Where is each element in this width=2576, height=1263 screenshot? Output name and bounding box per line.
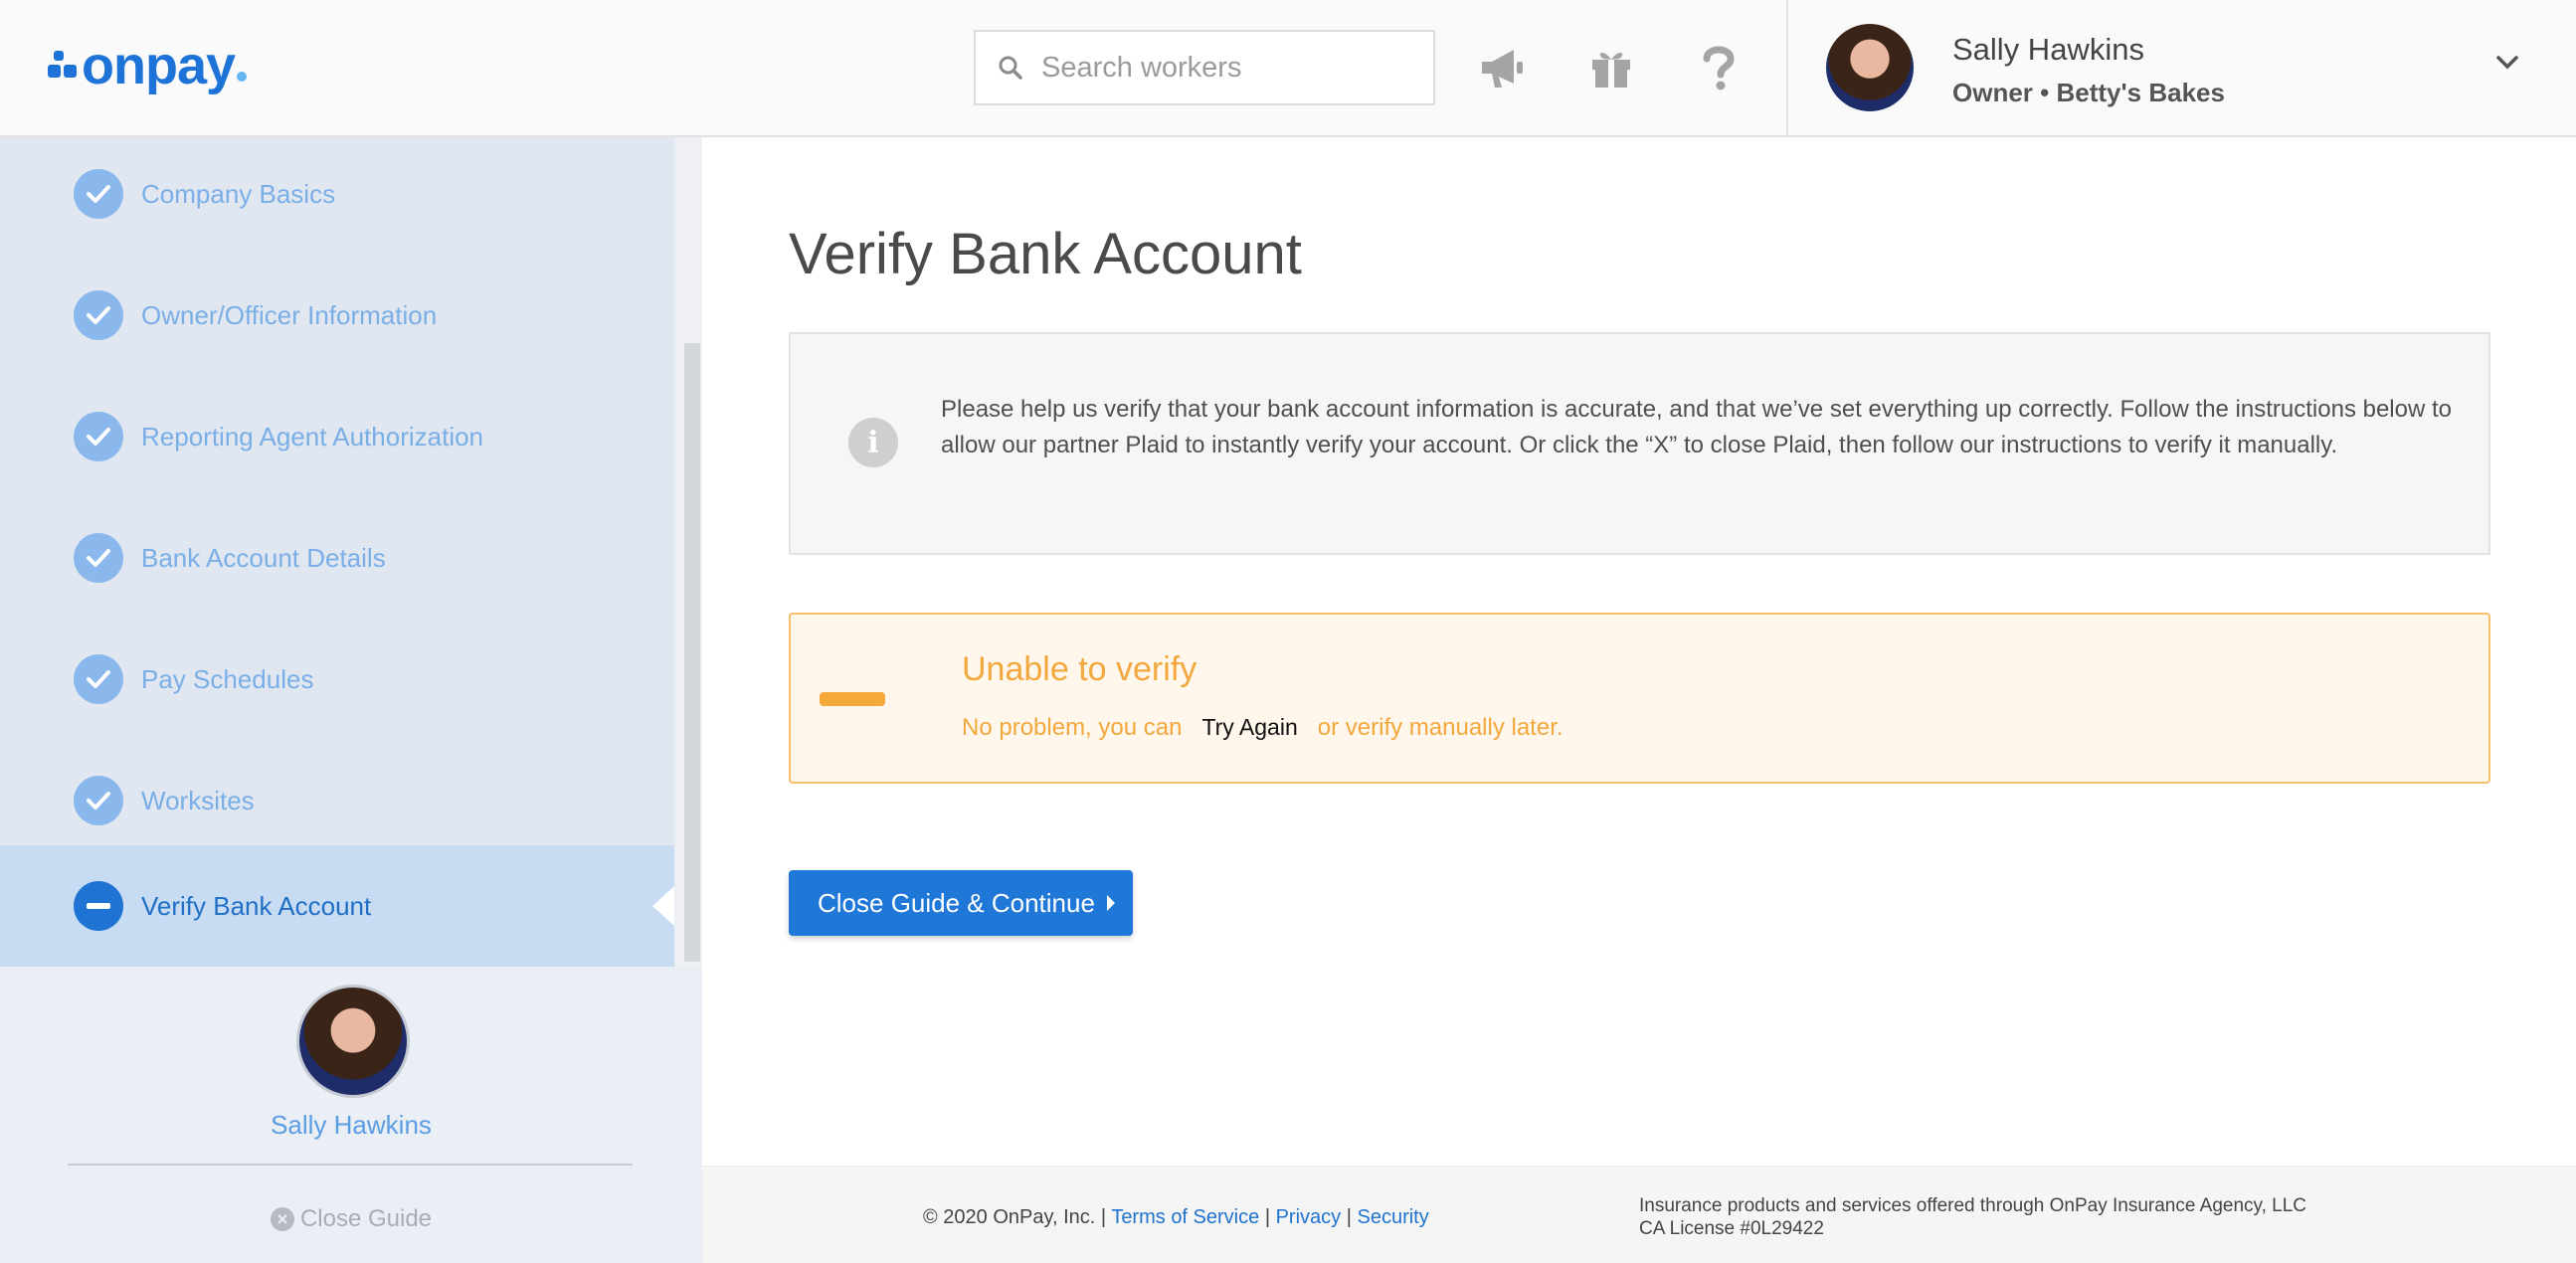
- verification-warning: Unable to verify No problem, you can Try…: [789, 613, 2490, 784]
- close-guide-label: Close Guide: [299, 1205, 433, 1232]
- header-divider: [1786, 0, 1788, 137]
- step-label: Verify Bank Account: [141, 890, 372, 921]
- help-icon: [1703, 46, 1735, 90]
- close-guide-continue-button[interactable]: Close Guide & Continue: [789, 870, 1133, 936]
- check-circle-icon: [74, 776, 123, 825]
- warning-suffix: or verify manually later.: [1317, 713, 1564, 741]
- warning-message: No problem, you can Try Again or verify …: [962, 710, 1564, 745]
- step-reporting-agent-authorization[interactable]: Reporting Agent Authorization: [0, 376, 674, 497]
- step-label: Pay Schedules: [141, 663, 314, 694]
- footer-legal: © 2020 OnPay, Inc. | Terms of Service | …: [923, 1206, 1429, 1229]
- step-company-basics[interactable]: Company Basics: [0, 133, 674, 255]
- onpay-logo[interactable]: onpay: [48, 36, 248, 95]
- user-role: Owner • Betty's Bakes: [1952, 78, 2225, 107]
- user-name: Sally Hawkins: [1952, 32, 2144, 67]
- footer-separator: |: [1264, 1206, 1271, 1228]
- step-verify-bank-account[interactable]: Verify Bank Account: [0, 845, 674, 967]
- step-pay-schedules[interactable]: Pay Schedules: [0, 619, 674, 740]
- logo-dot: [237, 72, 248, 82]
- check-circle-icon: [74, 533, 123, 583]
- search-box[interactable]: [974, 30, 1435, 105]
- help-button[interactable]: [1691, 40, 1747, 95]
- active-step-pointer: [652, 886, 674, 926]
- search-input[interactable]: [1041, 51, 1419, 85]
- privacy-link[interactable]: Privacy: [1276, 1206, 1342, 1228]
- step-label: Worksites: [141, 785, 255, 815]
- license-line: CA License #0L29422: [1639, 1218, 1824, 1239]
- info-text: Please help us verify that your bank acc…: [941, 396, 2452, 458]
- step-label: Bank Account Details: [141, 542, 386, 573]
- copyright: © 2020 OnPay, Inc. |: [923, 1206, 1107, 1228]
- sidebar-scrollbar-thumb[interactable]: [684, 343, 700, 962]
- cta-label: Close Guide & Continue: [818, 887, 1095, 918]
- close-circle-icon: ×: [270, 1207, 294, 1231]
- announcements-button[interactable]: [1475, 40, 1531, 95]
- logo-text: onpay: [82, 36, 236, 95]
- warning-dash-icon: [820, 692, 885, 706]
- check-circle-icon: [74, 290, 123, 340]
- info-icon: i: [848, 418, 898, 467]
- logo-mark: [48, 51, 78, 81]
- step-owner-officer-information[interactable]: Owner/Officer Information: [0, 255, 674, 376]
- guide-avatar: [296, 985, 410, 1098]
- info-panel: i Please help us verify that your bank a…: [789, 332, 2490, 555]
- warning-prefix: No problem, you can: [962, 713, 1183, 741]
- rewards-button[interactable]: [1583, 40, 1639, 95]
- minus-circle-icon: [74, 881, 123, 931]
- security-link[interactable]: Security: [1357, 1206, 1428, 1228]
- account-menu-toggle[interactable]: [2494, 54, 2520, 77]
- step-label: Company Basics: [141, 178, 336, 209]
- warning-title: Unable to verify: [962, 650, 1197, 688]
- setup-guide-sidebar: Company Basics Owner/Officer Information…: [0, 137, 702, 1263]
- search-icon: [999, 56, 1022, 80]
- chevron-down-icon: [2496, 56, 2518, 70]
- sidebar-divider: [68, 1164, 633, 1166]
- check-circle-icon: [74, 412, 123, 461]
- page-title: Verify Bank Account: [789, 222, 1302, 286]
- caret-right-icon: [1106, 895, 1115, 911]
- step-label: Reporting Agent Authorization: [141, 421, 484, 451]
- close-guide-link[interactable]: × Close Guide: [0, 1205, 702, 1233]
- page-footer: © 2020 OnPay, Inc. | Terms of Service | …: [702, 1166, 2576, 1263]
- terms-link[interactable]: Terms of Service: [1111, 1206, 1259, 1228]
- insurance-line: Insurance products and services offered …: [1639, 1195, 2307, 1216]
- step-bank-account-details[interactable]: Bank Account Details: [0, 497, 674, 619]
- footer-separator: |: [1346, 1206, 1352, 1228]
- setup-steps-list: Company Basics Owner/Officer Information…: [0, 137, 674, 967]
- guide-user-name: Sally Hawkins: [271, 1110, 432, 1140]
- top-header: onpay Sally Hawkins Owner • Betty: [0, 0, 2576, 137]
- check-circle-icon: [74, 654, 123, 704]
- gift-icon: [1592, 52, 1630, 88]
- check-circle-icon: [74, 169, 123, 219]
- user-avatar[interactable]: [1826, 24, 1914, 111]
- megaphone-icon: [1482, 50, 1523, 88]
- try-again-button[interactable]: Try Again: [1201, 710, 1297, 745]
- step-worksites[interactable]: Worksites: [0, 740, 674, 861]
- step-label: Owner/Officer Information: [141, 299, 438, 330]
- insurance-disclosure: Insurance products and services offered …: [1639, 1194, 2306, 1240]
